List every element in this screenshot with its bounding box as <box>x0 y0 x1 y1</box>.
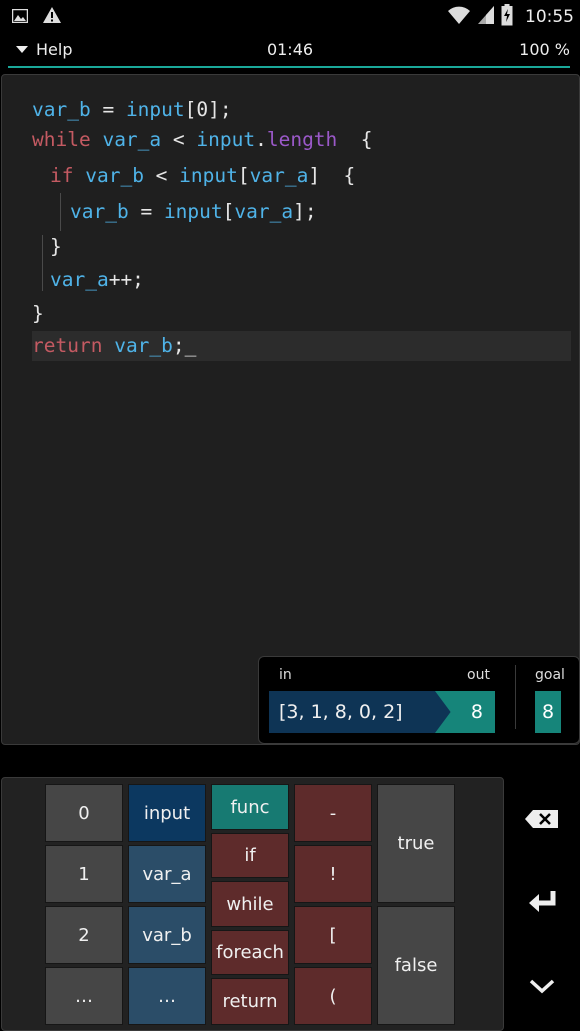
wifi-icon <box>447 5 471 29</box>
key-open-bracket[interactable]: [ <box>294 906 372 964</box>
code-token: return <box>32 334 103 357</box>
enter-icon <box>527 889 557 919</box>
code-token: [ <box>237 164 250 187</box>
signal-icon <box>477 5 495 29</box>
chevron-down-icon <box>529 978 555 998</box>
code-token: ]; <box>293 200 317 223</box>
code-token: } <box>32 302 44 325</box>
code-token: input <box>196 128 256 151</box>
in-label: in <box>279 667 292 683</box>
key-more-variables[interactable]: … <box>128 967 206 1025</box>
io-divider <box>515 665 516 729</box>
collapse-keyboard-button[interactable] <box>516 970 568 1006</box>
code-editor[interactable]: var_b = input[0]; while var_a < input.len… <box>1 74 580 745</box>
out-label: out <box>467 667 490 683</box>
key-var-a[interactable]: var_a <box>128 845 206 903</box>
code-token: [0]; <box>184 98 232 121</box>
key-2[interactable]: 2 <box>45 906 123 964</box>
code-line[interactable]: while var_a < input.length { <box>32 125 373 155</box>
key-0[interactable]: 0 <box>45 784 123 842</box>
battery-icon <box>501 4 513 30</box>
code-token: = <box>90 98 126 121</box>
code-token: ;_ <box>172 334 197 357</box>
code-token: } <box>50 235 62 258</box>
code-token: var_a <box>249 164 309 187</box>
goal-label: goal <box>535 667 565 683</box>
code-line[interactable]: var_b = input[var_a]; <box>70 197 317 227</box>
code-token: . <box>255 128 267 151</box>
code-token: var_b <box>114 334 173 357</box>
code-token: while <box>32 128 91 151</box>
code-token: var_a <box>102 128 162 151</box>
code-token: var_b <box>70 200 129 223</box>
code-token: = <box>128 200 164 223</box>
status-bar: 10:55 <box>0 0 580 32</box>
enter-button[interactable] <box>516 884 568 924</box>
key-true[interactable]: true <box>377 784 455 903</box>
code-token: ++; <box>108 268 144 291</box>
key-minus[interactable]: - <box>294 784 372 842</box>
io-panel: in out goal [3, 1, 8, 0, 2] 8 8 <box>258 656 580 744</box>
score-percent: 100 % <box>519 40 570 59</box>
code-token: input <box>179 164 238 187</box>
key-input[interactable]: input <box>128 784 206 842</box>
progress-line <box>8 66 570 68</box>
clock: 10:55 <box>525 7 574 27</box>
code-token: ] { <box>308 164 356 187</box>
code-line[interactable]: } <box>32 299 44 329</box>
key-more-numbers[interactable]: … <box>45 967 123 1025</box>
key-false[interactable]: false <box>377 906 455 1025</box>
key-1[interactable]: 1 <box>45 845 123 903</box>
key-foreach[interactable]: foreach <box>211 930 289 975</box>
key-func[interactable]: func <box>211 784 289 830</box>
goal-value-box: 8 <box>535 691 561 733</box>
top-bar: Help 01:46 100 % <box>0 32 580 66</box>
code-keyboard: 0 1 2 … input var_a var_b … func if whil… <box>1 777 504 1031</box>
key-var-b[interactable]: var_b <box>128 906 206 964</box>
key-return[interactable]: return <box>211 978 289 1025</box>
indent-guide <box>42 235 43 291</box>
code-token: var_b <box>32 98 91 121</box>
warning-icon <box>42 6 62 28</box>
code-token: var_b <box>85 164 144 187</box>
code-token: input <box>163 200 223 223</box>
indent-guide <box>60 193 61 231</box>
key-open-paren[interactable]: ( <box>294 967 372 1025</box>
code-token: if <box>50 164 74 187</box>
code-token: var_a <box>234 200 294 223</box>
backspace-icon <box>524 809 560 833</box>
timer: 01:46 <box>266 40 314 59</box>
code-token: var_a <box>50 268 109 291</box>
code-token: { <box>337 128 373 151</box>
code-line[interactable]: if var_b < input[var_a] { <box>50 161 355 191</box>
code-token: [ <box>222 200 235 223</box>
code-token: input <box>125 98 185 121</box>
code-line[interactable]: var_a++; <box>50 265 144 295</box>
input-value-box: [3, 1, 8, 0, 2] <box>269 691 445 733</box>
code-line[interactable]: return var_b;_ <box>32 331 196 361</box>
key-not[interactable]: ! <box>294 845 372 903</box>
code-token: < <box>143 164 180 187</box>
code-token: < <box>161 128 197 151</box>
image-icon <box>11 8 29 27</box>
backspace-button[interactable] <box>516 802 568 840</box>
key-while[interactable]: while <box>211 881 289 927</box>
code-line[interactable]: } <box>50 232 62 262</box>
code-line[interactable]: var_b = input[0]; <box>32 95 232 125</box>
key-if[interactable]: if <box>211 833 289 878</box>
code-token: length <box>266 128 338 151</box>
